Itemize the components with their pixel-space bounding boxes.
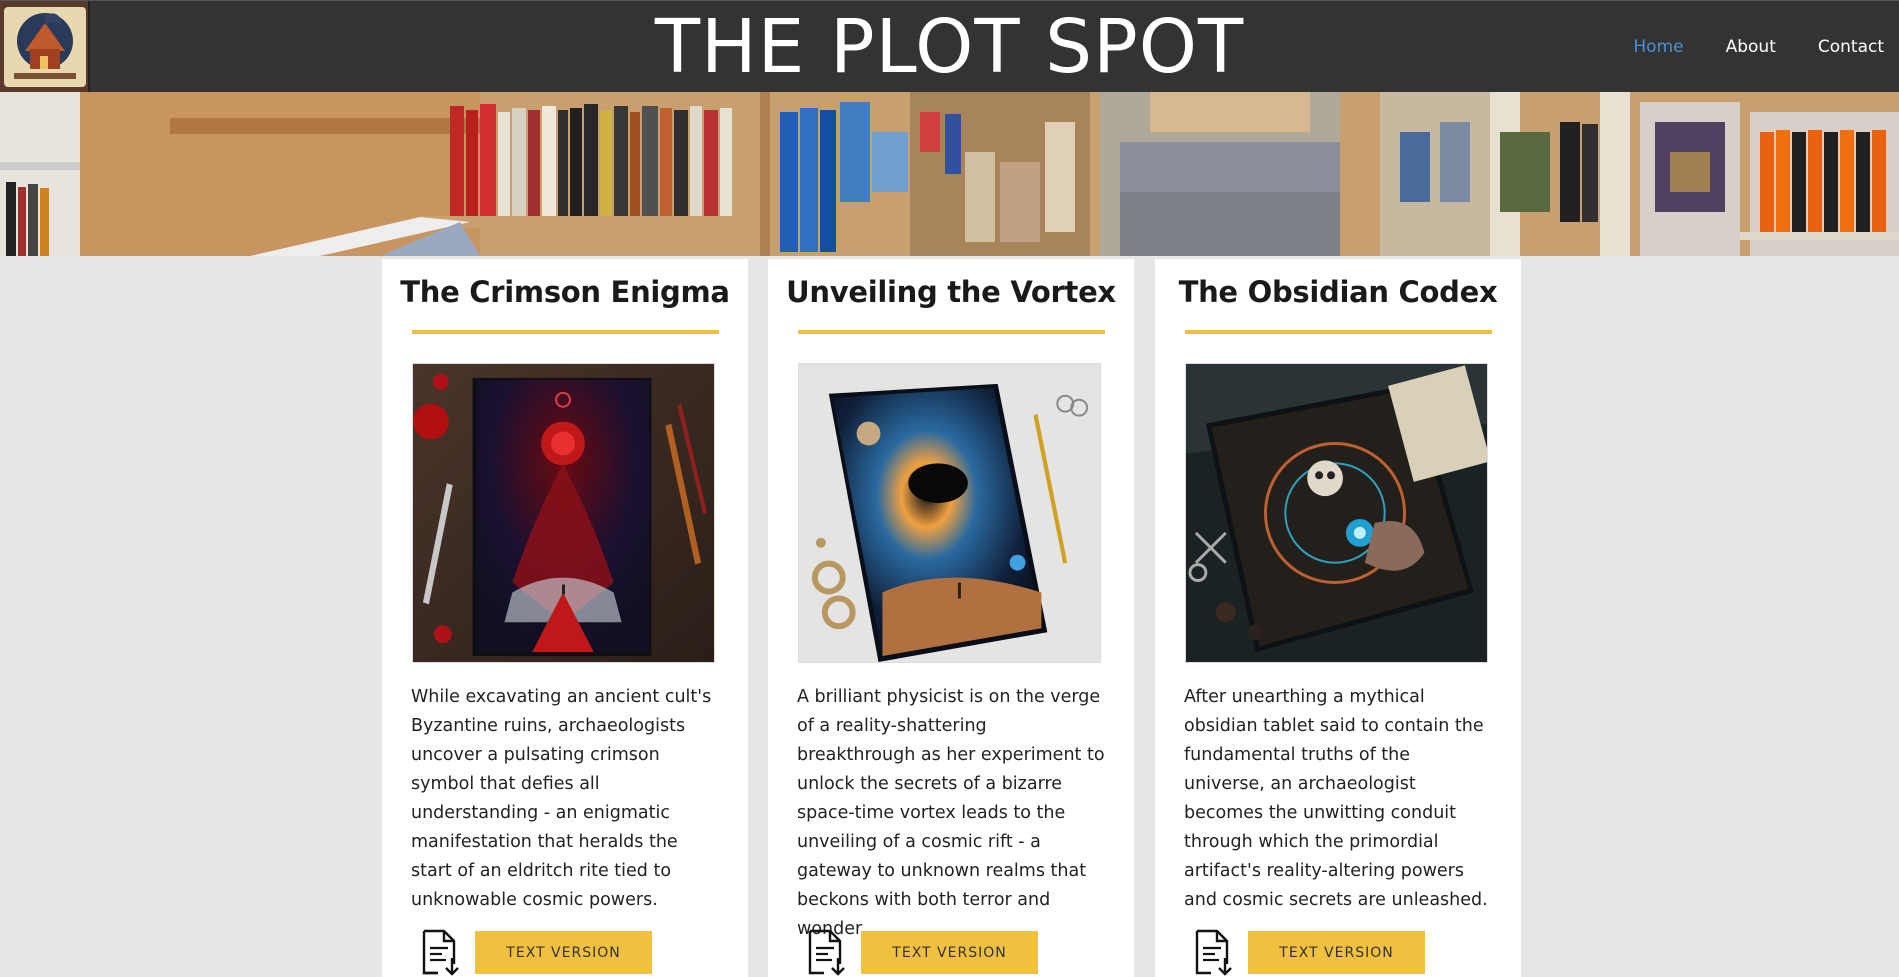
text-version-button[interactable]: TEXT VERSION — [1248, 931, 1425, 974]
document-download-icon[interactable] — [804, 928, 848, 976]
nav-about-link[interactable]: About — [1726, 37, 1776, 57]
book-title: The Obsidian Codex — [1178, 275, 1498, 309]
title-underline — [798, 330, 1105, 334]
book-cover-image[interactable] — [798, 363, 1101, 663]
text-version-button[interactable]: TEXT VERSION — [475, 931, 652, 974]
site-title: THE PLOT SPOT — [654, 4, 1245, 90]
book-description: A brilliant physicist is on the verge of… — [797, 687, 1105, 939]
unveiling-the-vortex-cover — [799, 364, 1100, 662]
text-version-button[interactable]: TEXT VERSION — [861, 931, 1038, 974]
book-description: After unearthing a mythical obsidian tab… — [1184, 687, 1488, 910]
crimson-enigma-cover — [413, 364, 714, 662]
nav-home-link[interactable]: Home — [1633, 37, 1683, 57]
book-card: Unveiling the Vortex A brilliant physici… — [768, 259, 1134, 977]
book-description: While excavating an ancient cult's Byzan… — [411, 687, 712, 910]
hero-bookshelf-banner — [0, 92, 1899, 256]
book-cover-image[interactable] — [1185, 363, 1488, 663]
obsidian-codex-cover — [1186, 364, 1487, 662]
nav-contact-link[interactable]: Contact — [1818, 37, 1884, 57]
main-nav: Home About Contact — [1633, 1, 1899, 93]
title-underline — [1185, 330, 1492, 334]
title-underline — [412, 330, 719, 334]
document-download-icon[interactable] — [1191, 928, 1235, 976]
book-cover-image[interactable] — [412, 363, 715, 663]
book-title: The Crimson Enigma — [400, 275, 730, 309]
document-download-icon[interactable] — [418, 928, 462, 976]
site-logo[interactable] — [0, 1, 90, 93]
book-card: The Obsidian Codex After unearthing a my… — [1155, 259, 1521, 977]
logo-image — [0, 1, 88, 93]
book-card: The Crimson Enigma While excavating an a… — [382, 259, 748, 977]
site-header: THE PLOT SPOT Home About Contact — [0, 0, 1899, 93]
bookshelf-image — [0, 92, 1899, 256]
book-title: Unveiling the Vortex — [786, 275, 1116, 309]
